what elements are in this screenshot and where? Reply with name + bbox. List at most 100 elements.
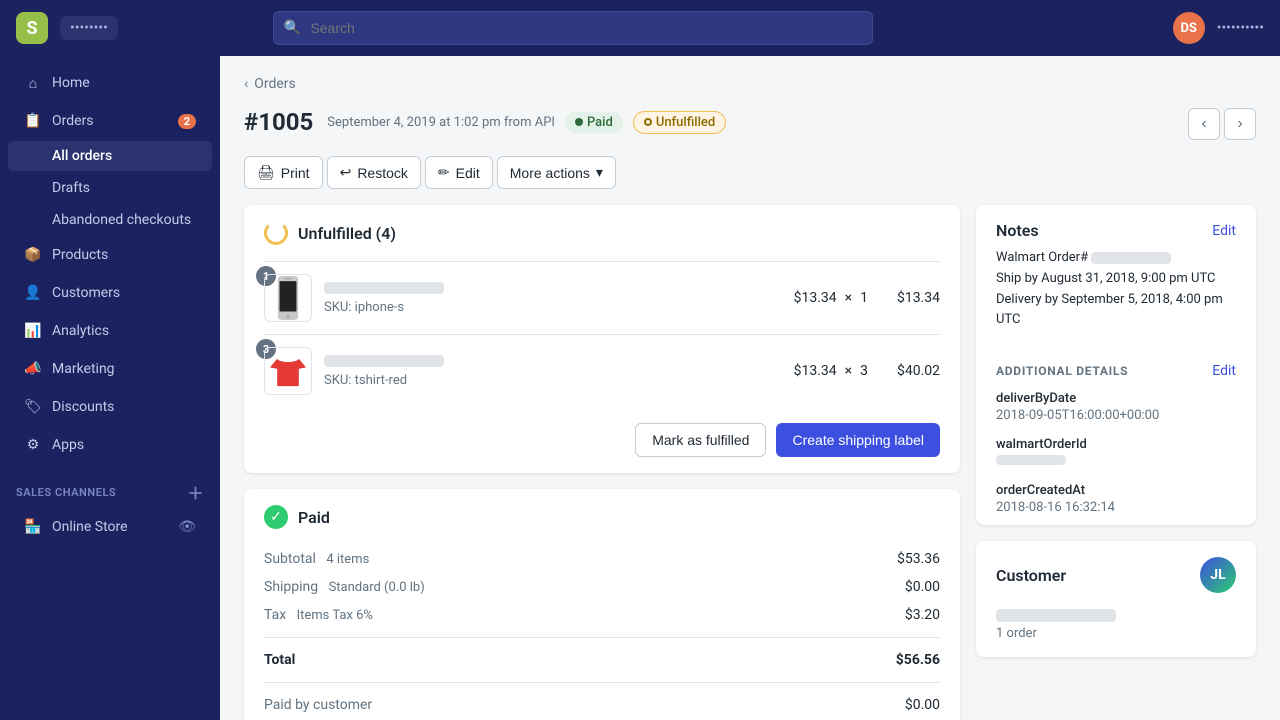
customer-orders: 1 order [976,626,1256,657]
more-actions-button[interactable]: More actions ▾ [497,156,616,189]
item1-img-wrap: 1 [264,274,312,322]
item2-name-blurred [324,355,444,367]
page-navigation: ‹ › [1188,108,1256,140]
sidebar-item-customers[interactable]: 👤 Customers [8,275,212,311]
store-visibility-icon[interactable]: 👁 [178,519,196,535]
order-created-row: orderCreatedAt 2018-08-16 16:32:14 [976,479,1256,525]
notes-card: Notes Edit Walmart Order# Ship by August… [976,205,1256,525]
customer-name-row [976,609,1256,626]
sidebar-item-drafts[interactable]: Drafts [8,173,212,203]
unfulfilled-title: Unfulfilled (4) [298,224,396,243]
chevron-down-icon: ▾ [596,164,603,181]
prev-order-button[interactable]: ‹ [1188,108,1220,140]
orders-badge: 2 [178,114,196,129]
notes-edit-button[interactable]: Edit [1212,223,1236,239]
add-channel-icon[interactable]: ＋ [187,480,204,504]
print-icon: 🖨 [257,164,275,181]
payment-header: ✓ Paid [244,489,960,545]
item2-image [264,347,312,395]
mark-fulfilled-button[interactable]: Mark as fulfilled [635,423,766,457]
sidebar-item-online-store[interactable]: 🏪 Online Store 👁 [8,509,212,545]
apps-icon: ⚙ [24,436,42,454]
sidebar-item-marketing[interactable]: 📣 Marketing [8,351,212,387]
store-icon: 🏪 [24,518,42,536]
customer-header: Customer JL [976,541,1256,609]
marketing-icon: 📣 [24,360,42,378]
item1-image [264,274,312,322]
sidebar-item-apps[interactable]: ⚙ Apps [8,427,212,463]
paid-by-customer-row: Paid by customer $0.00 [264,691,940,719]
additional-details-header: ADDITIONAL DETAILS Edit [976,347,1256,387]
status-badge-paid: Paid [565,112,623,133]
print-button[interactable]: 🖨 Print [244,156,323,189]
edit-button[interactable]: ✏ Edit [425,156,493,189]
topnav-right: DS •••••••••• [1173,12,1264,44]
line-items: 1 [244,261,960,407]
shopify-logo: S [16,12,48,44]
item1-price: $13.34 × 1 [794,290,868,306]
item2-price: $13.34 × 3 [794,363,868,379]
store-name[interactable]: •••••••• [60,16,118,40]
additional-title: ADDITIONAL DETAILS [996,364,1128,378]
unfulfilled-card: Unfulfilled (4) 1 [244,205,960,473]
sidebar-item-abandoned[interactable]: Abandoned checkouts [8,205,212,235]
total-row: Total $56.56 [264,646,940,674]
main-content: ‹ Orders #1005 September 4, 2019 at 1:02… [220,56,1280,720]
walmart-order-row: walmartOrderId [976,433,1256,479]
page-title: #1005 [244,108,313,136]
item1-info: SKU: iphone-s [324,282,782,315]
restock-icon: ↩ [340,164,352,181]
content-main: Unfulfilled (4) 1 [244,205,960,720]
avatar[interactable]: DS [1173,12,1205,44]
sidebar-item-products[interactable]: 📦 Products [8,237,212,273]
breadcrumb[interactable]: ‹ Orders [244,76,1256,92]
sidebar-item-discounts[interactable]: 🏷 Discounts [8,389,212,425]
iphone-svg [273,276,303,320]
sidebar-item-analytics[interactable]: 📊 Analytics [8,313,212,349]
unfulfilled-header: Unfulfilled (4) [244,205,960,261]
notes-content: Walmart Order# Ship by August 31, 2018, … [976,240,1256,347]
edit-icon: ✏ [438,164,450,181]
customer-avatar: JL [1200,557,1236,593]
create-shipping-label-button[interactable]: Create shipping label [776,423,940,457]
item1-total: $13.34 [880,290,940,306]
sidebar: ⌂ Home 📋 Orders 2 All orders Drafts Aban… [0,56,220,720]
search-input[interactable] [273,11,873,45]
line-item: 3 SKU: tshirt-red [264,334,940,407]
item1-sku: SKU: iphone-s [324,300,782,315]
paid-icon: ✓ [264,505,288,529]
topnav-username: •••••••••• [1217,20,1264,36]
sales-channels-section: SALES CHANNELS ＋ [0,464,220,508]
orders-icon: 📋 [24,112,42,130]
customer-name-blurred [996,609,1116,622]
payment-card: ✓ Paid Subtotal 4 items $53.36 [244,489,960,720]
item2-total: $40.02 [880,363,940,379]
next-order-button[interactable]: › [1224,108,1256,140]
products-icon: 📦 [24,246,42,264]
sidebar-item-home[interactable]: ⌂ Home [8,65,212,101]
search-container: 🔍 [273,11,873,45]
unfulfilled-icon [264,221,288,245]
tshirt-svg [270,349,306,393]
discounts-icon: 🏷 [24,398,42,416]
top-navigation: S •••••••• 🔍 DS •••••••••• [0,0,1280,56]
additional-edit-button[interactable]: Edit [1212,363,1236,379]
customer-card: Customer JL 1 order [976,541,1256,657]
payment-rows: Subtotal 4 items $53.36 Shipping Standar… [244,545,960,720]
shipping-row: Shipping Standard (0.0 lb) $0.00 [264,573,940,601]
sidebar-item-orders[interactable]: 📋 Orders 2 [8,103,212,139]
walmart-id-blurred [996,455,1066,465]
subtotal-row: Subtotal 4 items $53.36 [264,545,940,573]
item2-sku: SKU: tshirt-red [324,373,782,388]
paid-dot [575,118,583,126]
tax-row: Tax Items Tax 6% $3.20 [264,601,940,629]
analytics-icon: 📊 [24,322,42,340]
item1-name-blurred [324,282,444,294]
page-header: #1005 September 4, 2019 at 1:02 pm from … [244,108,1256,140]
restock-button[interactable]: ↩ Restock [327,156,421,189]
customers-icon: 👤 [24,284,42,302]
item2-img-wrap: 3 [264,347,312,395]
customer-title: Customer [996,566,1066,585]
unfulfilled-dot [644,118,652,126]
sidebar-item-all-orders[interactable]: All orders [8,141,212,171]
